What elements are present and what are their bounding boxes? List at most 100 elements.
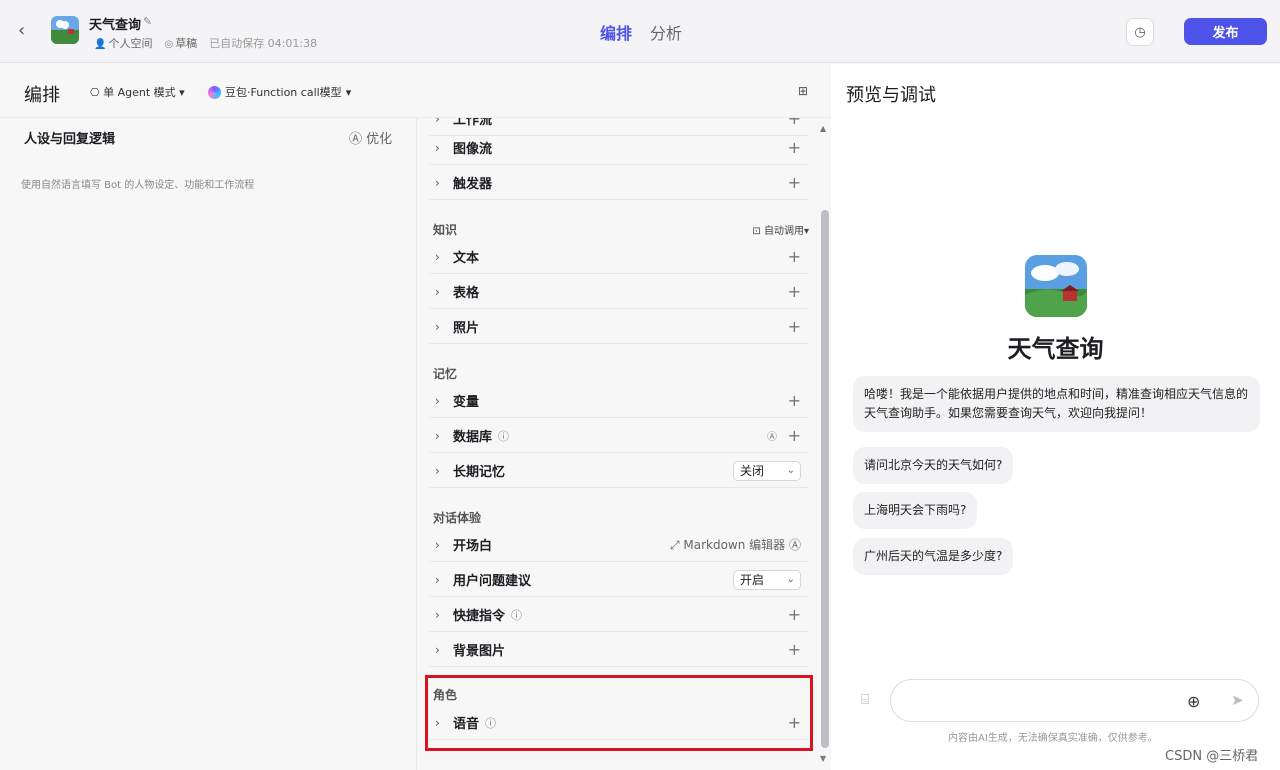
- model-label: 豆包·Function call模型: [225, 86, 342, 99]
- chevron-down-icon: ⌄: [786, 464, 795, 476]
- suggestion-chip[interactable]: 请问北京今天的天气如何?: [853, 447, 1014, 484]
- chevron-right-icon: ›: [435, 537, 440, 552]
- chevron-right-icon: ›: [435, 428, 440, 443]
- model-select[interactable]: 豆包·Function call模型 ▾: [208, 84, 351, 100]
- memory-label: 变量: [453, 395, 480, 410]
- edit-icon[interactable]: ✎: [143, 15, 152, 28]
- mode-label: 单 Agent 模式: [103, 86, 176, 99]
- bot-meta: 👤 个人空间 ◎ 草稿 已自动保存 04:01:38: [94, 35, 317, 51]
- optimize-button[interactable]: Ⓐ 优化: [349, 128, 392, 147]
- watermark: CSDN @三桥君: [1165, 749, 1259, 764]
- chevron-down-icon: ⌄: [786, 573, 795, 585]
- top-bar: ‹ 天气查询 ✎ 👤 个人空间 ◎ 草稿 已自动保存 04:01:38 编排 分析 …: [0, 0, 1280, 63]
- autosave-label: 已自动保存 04:01:38: [209, 37, 318, 50]
- bot-title: 天气查询: [89, 18, 142, 33]
- dialog-row-shortcut[interactable]: › 快捷指令 ⓘ +: [429, 598, 809, 632]
- add-icon[interactable]: +: [788, 173, 801, 192]
- chevron-right-icon: ›: [435, 175, 440, 190]
- add-icon[interactable]: +: [788, 282, 801, 301]
- memory-row-database[interactable]: › 数据库 ⓘ Ⓐ +: [429, 419, 809, 453]
- dialog-label: 快捷指令: [453, 609, 506, 624]
- markdown-editor-button[interactable]: ⤢ Markdown 编辑器 Ⓐ: [670, 536, 801, 553]
- auto-call-select[interactable]: ⊡ 自动调用▾: [752, 222, 809, 237]
- add-icon[interactable]: +: [788, 247, 801, 266]
- draft-icon: ◎: [164, 39, 174, 50]
- layout-grid-icon[interactable]: ⊞: [798, 84, 808, 98]
- status-label: 草稿: [175, 37, 198, 50]
- ai-disclaimer: 内容由AI生成，无法确保真实准确，仅供参考。: [948, 733, 1158, 744]
- add-icon[interactable]: +: [788, 640, 801, 659]
- info-icon[interactable]: ⓘ: [498, 428, 509, 444]
- knowledge-label: 表格: [453, 286, 480, 301]
- chevron-right-icon: ›: [435, 284, 440, 299]
- bot-avatar-large: [1025, 255, 1087, 317]
- skill-row-trigger[interactable]: › 触发器 +: [429, 166, 809, 200]
- knowledge-label: 照片: [453, 321, 480, 336]
- add-icon[interactable]: +: [788, 138, 801, 157]
- section-memory: 记忆: [433, 367, 458, 381]
- dialog-row-opening[interactable]: › 开场白 ⤢ Markdown 编辑器 Ⓐ: [429, 528, 809, 562]
- skill-row-imageflow[interactable]: › 图像流 +: [429, 131, 809, 165]
- back-arrow-icon[interactable]: ‹: [18, 20, 38, 42]
- chevron-right-icon: ›: [435, 118, 440, 126]
- add-icon[interactable]: +: [788, 118, 801, 128]
- ai-icon: Ⓐ: [349, 132, 367, 147]
- chevron-right-icon: ›: [435, 642, 440, 657]
- select-value: 开启: [740, 572, 765, 587]
- section-dialog: 对话体验: [433, 511, 482, 525]
- suggestion-chip[interactable]: 上海明天会下雨吗?: [853, 492, 978, 529]
- memory-label: 数据库: [453, 430, 493, 445]
- tab-analysis[interactable]: 分析: [650, 20, 682, 44]
- user-icon: 👤: [94, 39, 107, 50]
- greeting-message: 哈喽！我是一个能依据用户提供的地点和时间，精准查询相应天气信息的天气查询助手。如…: [853, 376, 1260, 432]
- info-icon[interactable]: ⓘ: [511, 607, 522, 623]
- suggestions-select[interactable]: 开启 ⌄: [733, 569, 801, 590]
- dialog-label: 用户问题建议: [453, 574, 532, 589]
- select-value: 关闭: [740, 463, 765, 478]
- persona-input[interactable]: 使用自然语言填写 Bot 的人物设定、功能和工作流程: [21, 176, 254, 191]
- dialog-row-suggestions[interactable]: › 用户问题建议 开启 ⌄: [429, 563, 809, 597]
- add-icon[interactable]: +: [788, 426, 801, 445]
- long-term-memory-select[interactable]: 关闭 ⌄: [733, 460, 801, 481]
- knowledge-row-photo[interactable]: › 照片 +: [429, 310, 809, 344]
- scrollbar-thumb[interactable]: [821, 210, 829, 748]
- chevron-right-icon: ›: [435, 140, 440, 155]
- chat-input[interactable]: [905, 690, 1175, 712]
- dialog-label: 背景图片: [453, 644, 506, 659]
- history-button[interactable]: ◷: [1126, 18, 1154, 46]
- add-attachment-icon[interactable]: ⊕: [1187, 692, 1200, 711]
- agent-mode-select[interactable]: ⎔ 单 Agent 模式 ▾: [90, 84, 185, 100]
- chevron-right-icon: ›: [435, 249, 440, 264]
- chevron-right-icon: ›: [435, 393, 440, 408]
- scroll-down-icon[interactable]: ▼: [820, 754, 826, 763]
- optimize-label: 优化: [366, 132, 393, 147]
- edit-title: 编排: [24, 85, 60, 106]
- skills-panel: › 工作流 + › 图像流 + › 触发器 + 知识 ⊡ 自动调用▾ › 文本 …: [417, 118, 831, 770]
- add-icon[interactable]: +: [788, 317, 801, 336]
- knowledge-row-table[interactable]: › 表格 +: [429, 275, 809, 309]
- ai-icon[interactable]: Ⓐ: [767, 428, 777, 443]
- memory-row-variable[interactable]: › 变量 +: [429, 384, 809, 418]
- skill-label: 触发器: [453, 177, 493, 192]
- add-icon[interactable]: +: [788, 391, 801, 410]
- space-info: 👤 个人空间: [94, 35, 152, 51]
- auto-icon: ⊡: [752, 226, 764, 237]
- chevron-right-icon: ›: [435, 572, 440, 587]
- bot-name: 天气查询: [1007, 335, 1104, 363]
- suggestion-chip[interactable]: 广州后天的气温是多少度?: [853, 538, 1014, 575]
- preview-title: 预览与调试: [846, 85, 936, 106]
- knowledge-label: 文本: [453, 251, 480, 266]
- knowledge-row-text[interactable]: › 文本 +: [429, 240, 809, 274]
- add-icon[interactable]: +: [788, 605, 801, 624]
- memory-row-longterm[interactable]: › 长期记忆 关闭 ⌄: [429, 454, 809, 488]
- status-info: ◎ 草稿: [164, 35, 197, 51]
- send-icon[interactable]: ➤: [1231, 691, 1244, 709]
- section-knowledge: 知识: [433, 223, 458, 237]
- publish-button[interactable]: 发布: [1184, 18, 1267, 45]
- scroll-up-icon[interactable]: ▲: [820, 124, 826, 133]
- clear-history-icon[interactable]: ⌸: [861, 692, 869, 708]
- clock-icon: ◷: [1134, 24, 1146, 40]
- main-tabs: 编排 分析: [600, 20, 682, 44]
- dialog-row-background[interactable]: › 背景图片 +: [429, 633, 809, 667]
- tab-arrange[interactable]: 编排: [600, 20, 632, 44]
